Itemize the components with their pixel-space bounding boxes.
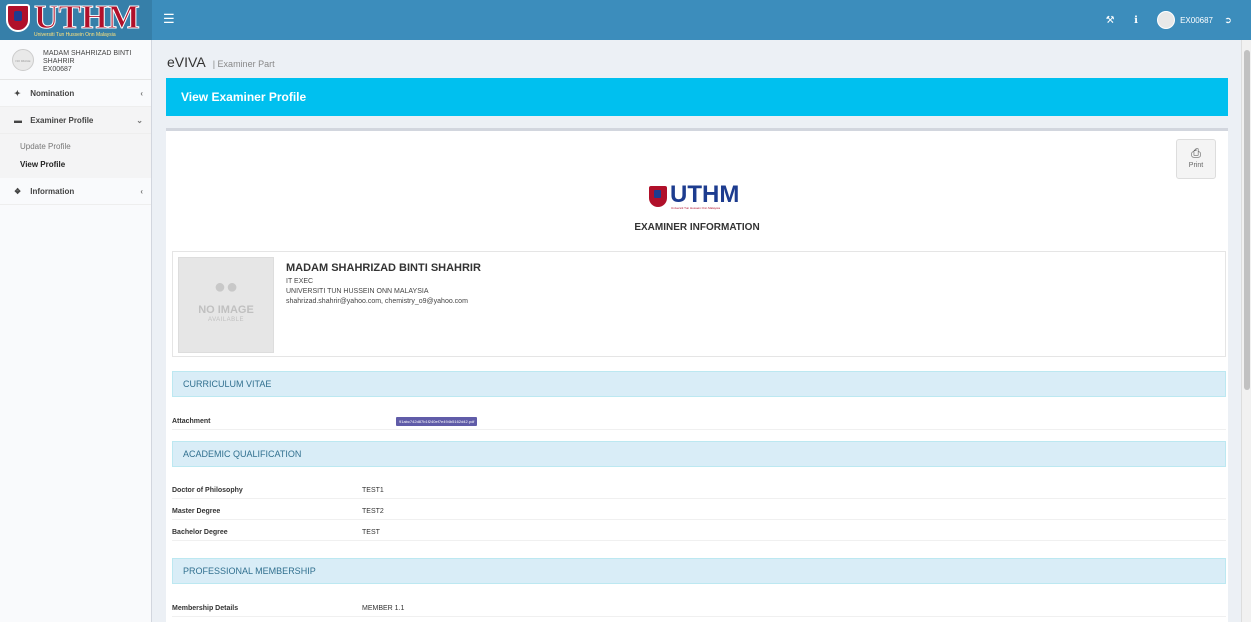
avatar[interactable] — [1157, 11, 1176, 29]
pin-icon: ✦ — [14, 89, 21, 98]
logo-text: UTHM — [34, 0, 141, 36]
qualification-value: TEST1 — [362, 487, 384, 494]
sidebar-item-label: Information — [30, 187, 75, 196]
submenu-view-profile[interactable]: View Profile — [0, 156, 151, 174]
examiner-profile-submenu: Update Profile View Profile — [0, 134, 151, 178]
shield-logo-icon — [649, 186, 667, 207]
print-button[interactable]: ⎙ Print — [1176, 139, 1216, 179]
sidebar-item-information[interactable]: ❖ Information ‹ — [0, 178, 151, 205]
print-label: Print — [1188, 162, 1204, 169]
examiner-institution: UNIVERSITI TUN HUSSEIN ONN MALAYSIA — [286, 288, 429, 295]
sidebar: NO IMAGE MADAM SHAHRIZAD BINTI SHAHRIR E… — [0, 40, 152, 622]
profile-panel: ⎙ Print UTHM Universiti Tun Hussein Onn … — [166, 128, 1228, 622]
attachment-file-link[interactable]: 91abc742d87b1f240ef7e494b5162d42.pdf — [396, 417, 478, 426]
profile-photo-placeholder: ●● NO IMAGE AVAILABLE — [178, 257, 274, 353]
sidebar-item-examiner-profile[interactable]: ▬ Examiner Profile ⌄ — [0, 107, 151, 134]
page-title: eVIVA | Examiner Part — [167, 54, 275, 70]
panel-logo-subtitle: Universiti Tun Hussein Onn Malaysia — [671, 206, 721, 210]
attachment-label: Attachment — [172, 418, 211, 425]
sidebar-item-label: Examiner Profile — [30, 116, 94, 125]
bars-icon[interactable]: ☰ — [163, 9, 183, 29]
examiner-information-title: EXAMINER INFORMATION — [634, 222, 760, 233]
table-row: Doctor of Philosophy TEST1 — [172, 482, 1226, 499]
profile-info: MADAM SHAHRIZAD BINTI SHAHRIR IT EXEC UN… — [286, 262, 481, 305]
info-circle-icon: ❖ — [14, 187, 22, 196]
tools-icon[interactable]: ⚒ — [1097, 15, 1123, 26]
sidebar-user-id: EX00687 — [43, 66, 72, 73]
people-icon: ●● — [213, 276, 239, 298]
qualification-label: Bachelor Degree — [172, 529, 228, 536]
qualification-label: Master Degree — [172, 508, 221, 515]
section-professional-membership: PROFESSIONAL MEMBERSHIP — [172, 558, 1226, 584]
sidebar-user-name: MADAM SHAHRIZAD BINTI SHAHRIR — [43, 50, 132, 65]
info-icon[interactable]: ℹ — [1123, 15, 1149, 26]
printer-icon: ⎙ — [1191, 146, 1201, 160]
examiner-position: IT EXEC — [286, 278, 314, 285]
available-text: AVAILABLE — [208, 317, 244, 323]
logo-subtitle: Universiti Tun Hussein Onn Malaysia — [34, 32, 116, 38]
sidebar-item-label: Nomination — [30, 89, 75, 98]
section-academic-qualification: ACADEMIC QUALIFICATION — [172, 441, 1226, 467]
sidebar-item-nomination[interactable]: ✦ Nomination ‹ — [0, 80, 151, 107]
examiner-name: MADAM SHAHRIZAD BINTI SHAHRIR — [286, 262, 481, 274]
uthm-logo[interactable]: UTHM Universiti Tun Hussein Onn Malaysia — [0, 0, 152, 40]
scroll-thumb[interactable] — [1244, 50, 1250, 390]
qualification-label: Doctor of Philosophy — [172, 487, 243, 494]
table-row: Attachment 91abc742d87b1f240ef7e494b5162… — [172, 413, 1226, 430]
top-navbar: UTHM Universiti Tun Hussein Onn Malaysia… — [0, 0, 1251, 40]
submenu-update-profile[interactable]: Update Profile — [0, 138, 151, 156]
app-subtitle: | Examiner Part — [212, 59, 275, 69]
membership-label: Membership Details — [172, 605, 239, 612]
user-card-icon: ▬ — [14, 116, 22, 125]
examiner-email: shahrizad.shahrir@yahoo.com, chemistry_o… — [286, 298, 468, 305]
table-row: Bachelor Degree TEST — [172, 524, 1226, 541]
panel-logo-text: UTHM — [670, 181, 740, 208]
shield-logo-icon — [6, 4, 30, 32]
sidebar-avatar: NO IMAGE — [12, 49, 34, 71]
membership-value: MEMBER 1.1 — [362, 605, 405, 612]
main-content: eVIVA | Examiner Part View Examiner Prof… — [152, 40, 1241, 622]
navbar-right: ⚒ ℹ EX00687 ➲ — [1097, 0, 1235, 40]
chevron-down-icon: ⌄ — [136, 116, 143, 125]
user-panel: NO IMAGE MADAM SHAHRIZAD BINTI SHAHRIR E… — [0, 40, 151, 80]
app-title: eVIVA — [167, 54, 206, 70]
chevron-left-icon: ‹ — [140, 89, 143, 98]
navbar-user-id[interactable]: EX00687 — [1180, 16, 1213, 25]
table-row: Master Degree TEST2 — [172, 503, 1226, 520]
view-profile-banner: View Examiner Profile — [166, 78, 1228, 116]
profile-card: ●● NO IMAGE AVAILABLE MADAM SHAHRIZAD BI… — [172, 251, 1226, 357]
page-scrollbar[interactable] — [1241, 40, 1251, 622]
logout-icon[interactable]: ➲ — [1221, 15, 1235, 26]
sidebar-user-info: MADAM SHAHRIZAD BINTI SHAHRIR EX00687 — [43, 50, 149, 74]
qualification-value: TEST — [362, 529, 380, 536]
qualification-value: TEST2 — [362, 508, 384, 515]
chevron-left-icon: ‹ — [140, 187, 143, 196]
section-curriculum-vitae: CURRICULUM VITAE — [172, 371, 1226, 397]
uthm-panel-logo: UTHM Universiti Tun Hussein Onn Malaysia — [649, 181, 759, 211]
table-row: Membership Details MEMBER 1.1 — [172, 600, 1226, 617]
no-image-text: NO IMAGE — [198, 304, 254, 316]
